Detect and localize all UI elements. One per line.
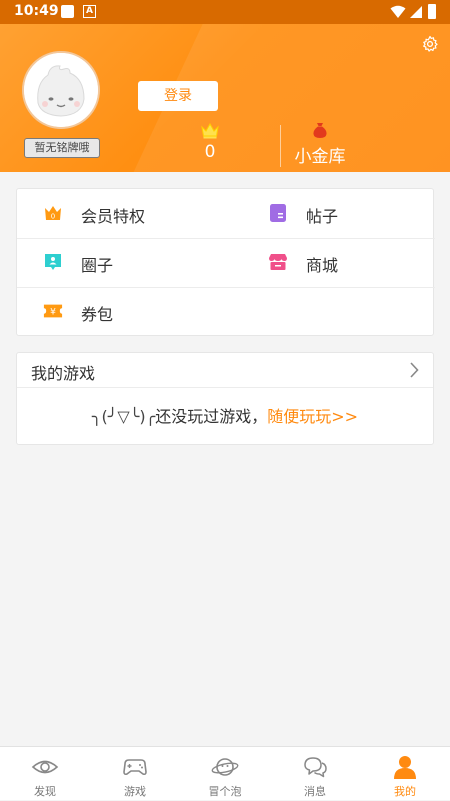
gamepad-icon: [123, 759, 147, 776]
chevron-right-icon: [410, 362, 419, 378]
default-avatar-icon: [24, 53, 98, 127]
tab-mine[interactable]: 我的: [360, 747, 450, 801]
post-icon: [270, 204, 286, 222]
tab-games[interactable]: 游戏: [90, 747, 180, 801]
profile-header: 暂无铭牌哦 登录 0 小金库: [0, 24, 450, 172]
eye-icon: [31, 760, 59, 774]
my-games-card: 我的游戏 ╮(╯▽╰)╭还没玩过游戏，随便玩玩>>: [16, 352, 434, 445]
tab-messages[interactable]: 消息: [270, 747, 360, 801]
menu-item-label: 帖子: [306, 207, 339, 226]
planet-icon: [211, 758, 239, 776]
tab-label: 发现: [34, 785, 56, 798]
circle-icon: [45, 254, 61, 270]
status-bar: 10:49 A: [0, 0, 450, 24]
signal-icon: [410, 6, 422, 18]
gold-vault-label[interactable]: 小金库: [272, 142, 368, 167]
settings-gear-icon[interactable]: [421, 35, 439, 53]
user-icon: [394, 756, 416, 779]
tab-label: 游戏: [124, 785, 146, 798]
menu-row: ¥ 券包: [17, 287, 435, 336]
menu-item-vip-privileges[interactable]: 0 会员特权: [17, 189, 207, 238]
status-time: 10:49: [14, 3, 59, 19]
login-button[interactable]: 登录: [138, 81, 218, 111]
tab-label: 消息: [304, 785, 326, 798]
tab-bubble[interactable]: 冒个泡: [180, 747, 270, 801]
menu-item-posts[interactable]: 帖子: [242, 189, 432, 238]
store-icon: [269, 254, 287, 270]
chat-icon: [304, 757, 327, 778]
avatar[interactable]: [22, 51, 100, 129]
tab-discover[interactable]: 发现: [0, 747, 90, 801]
svg-text:0: 0: [51, 213, 55, 221]
menu-item-circles[interactable]: 圈子: [17, 238, 207, 287]
crown-icon: [201, 122, 219, 139]
coupon-icon: ¥: [43, 304, 63, 318]
kaomoji: ╮(╯▽╰)╭: [91, 407, 156, 426]
menu-item-store[interactable]: 商城: [242, 238, 432, 287]
menu-item-label: 商城: [306, 256, 339, 275]
feature-menu-card: 0 会员特权 帖子 圈子 商城 ¥ 券包: [16, 188, 435, 336]
my-games-header[interactable]: 我的游戏: [17, 353, 433, 388]
empty-text: 还没玩过游戏，: [155, 407, 268, 426]
crown-icon: 0: [45, 206, 61, 221]
bottom-tab-bar: 发现 游戏 冒个泡 消息 我的: [0, 746, 450, 800]
my-games-title: 我的游戏: [31, 364, 96, 383]
nameplate-badge: 暂无铭牌哦: [24, 138, 100, 158]
menu-item-label: 圈子: [81, 256, 114, 275]
notification-square-icon: [61, 5, 74, 18]
menu-item-label: 会员特权: [81, 207, 146, 226]
level-value[interactable]: 0: [194, 142, 226, 162]
menu-item-coupons[interactable]: ¥ 券包: [17, 287, 207, 336]
menu-item-label: 券包: [81, 305, 114, 324]
wifi-icon: [390, 5, 406, 18]
random-play-link[interactable]: 随便玩玩>>: [267, 407, 358, 426]
money-bag-icon: [313, 123, 327, 138]
battery-icon: [428, 4, 436, 19]
tab-label: 我的: [394, 785, 416, 798]
svg-text:¥: ¥: [50, 308, 56, 318]
notification-a-icon: A: [83, 5, 96, 18]
menu-row: 0 会员特权 帖子: [17, 189, 435, 239]
tab-label: 冒个泡: [208, 785, 242, 798]
games-empty-state: ╮(╯▽╰)╭还没玩过游戏，随便玩玩>>: [17, 403, 433, 427]
menu-row: 圈子 商城: [17, 238, 435, 288]
